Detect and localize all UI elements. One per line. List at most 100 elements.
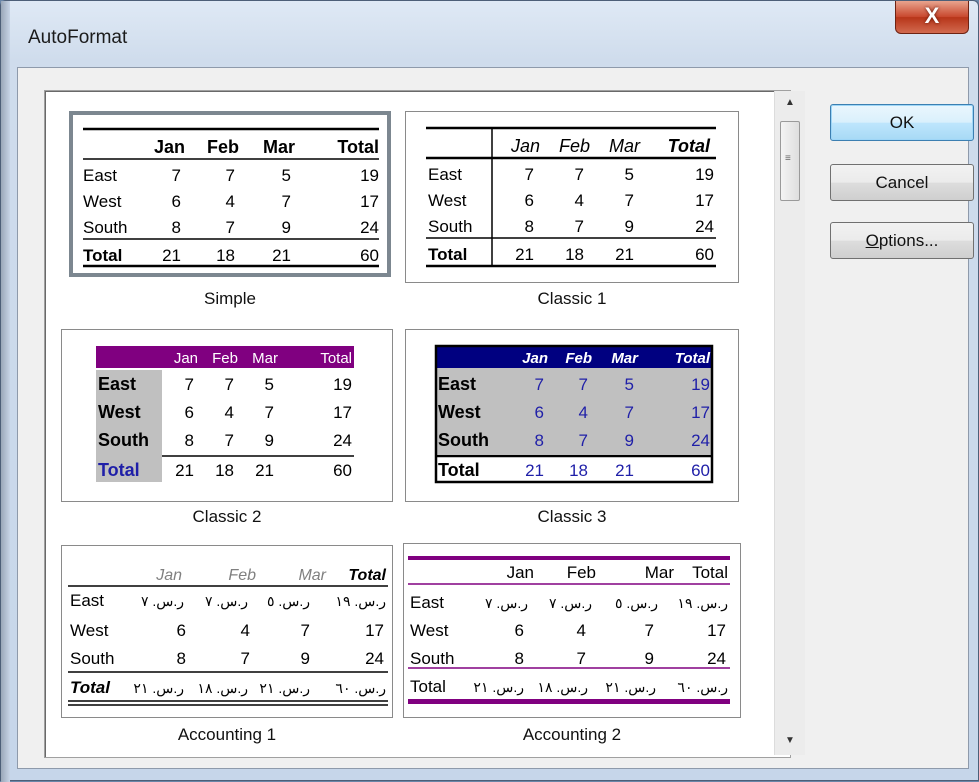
dialog-client-area: Jan Feb Mar Total East West South Total … bbox=[17, 67, 974, 769]
hdr-total: Total bbox=[348, 567, 386, 584]
hdr-mar: Mar bbox=[645, 563, 675, 582]
ok-button[interactable]: OK bbox=[830, 104, 974, 141]
hdr-jan: Jan bbox=[154, 137, 185, 157]
row-label: South bbox=[98, 430, 149, 450]
hdr-mar: Mar bbox=[609, 136, 641, 156]
cell: ر.س. ٢١ bbox=[133, 680, 184, 697]
cell: 7 bbox=[579, 431, 588, 450]
row-label: East bbox=[70, 591, 104, 610]
cell: 24 bbox=[365, 649, 384, 668]
cell: 18 bbox=[216, 246, 235, 265]
cell: 4 bbox=[241, 621, 250, 640]
cell: 21 bbox=[615, 461, 634, 480]
cell: 6 bbox=[525, 191, 534, 210]
hdr-feb: Feb bbox=[207, 137, 239, 157]
cell: 7 bbox=[525, 165, 534, 184]
scroll-down-arrow-icon[interactable]: ▼ bbox=[775, 735, 805, 746]
hdr-jan: Jan bbox=[510, 136, 540, 156]
format-classic-3[interactable]: Jan Feb Mar Total East West South Total … bbox=[405, 329, 739, 502]
format-accounting-1[interactable]: Jan Feb Mar Total East West South Total … bbox=[61, 545, 393, 718]
cell: 4 bbox=[575, 191, 584, 210]
cell: 7 bbox=[575, 165, 584, 184]
cell: ر.س. ٢١ bbox=[605, 679, 656, 696]
hdr-feb: Feb bbox=[228, 567, 256, 584]
cell: 19 bbox=[691, 375, 710, 394]
cell: ر.س. ١٩ bbox=[335, 593, 386, 610]
scroll-thumb[interactable]: ≡ bbox=[780, 121, 800, 201]
cell: 21 bbox=[515, 245, 534, 264]
format-label-simple: Simple bbox=[204, 289, 256, 308]
format-classic-2[interactable]: Jan Feb Mar Total East West South Total … bbox=[61, 329, 393, 502]
hdr-feb: Feb bbox=[212, 350, 238, 367]
cell: 21 bbox=[272, 246, 291, 265]
cell: 21 bbox=[175, 461, 194, 480]
cell: ر.س. ٢١ bbox=[473, 679, 524, 696]
format-classic-1[interactable]: Jan Feb Mar Total East West South Total … bbox=[405, 111, 739, 283]
cell: 60 bbox=[691, 461, 710, 480]
cell: 4 bbox=[577, 621, 586, 640]
cancel-button[interactable]: Cancel bbox=[830, 164, 974, 201]
cell: 6 bbox=[172, 192, 181, 211]
thumb-grip-icon: ≡ bbox=[785, 153, 791, 164]
cell: ر.س. ٧ bbox=[549, 595, 592, 612]
cell: 18 bbox=[569, 461, 588, 480]
gallery-scrollbar[interactable]: ▲ ≡ ▼ bbox=[774, 91, 805, 755]
autoformat-dialog: AutoFormat X Jan Feb Mar Total East West… bbox=[0, 0, 979, 782]
cell: 7 bbox=[577, 649, 586, 668]
format-accounting-2[interactable]: Jan Feb Mar Total East West South Total … bbox=[403, 543, 741, 718]
row-label: East bbox=[410, 593, 444, 612]
options-label: ptions... bbox=[878, 230, 939, 250]
cell: 17 bbox=[365, 621, 384, 640]
cell: 7 bbox=[172, 166, 181, 185]
format-simple[interactable]: Jan Feb Mar Total East West South Total … bbox=[69, 111, 391, 277]
row-label: Total bbox=[83, 246, 122, 265]
cell: 19 bbox=[360, 166, 379, 185]
cell: 24 bbox=[695, 217, 714, 236]
cell: 7 bbox=[579, 375, 588, 394]
hdr-feb: Feb bbox=[567, 563, 596, 582]
close-button[interactable]: X bbox=[895, 1, 969, 34]
format-gallery[interactable]: Jan Feb Mar Total East West South Total … bbox=[44, 90, 791, 758]
row-label: West bbox=[83, 192, 122, 211]
cell: 6 bbox=[185, 403, 194, 422]
cell: 7 bbox=[625, 403, 634, 422]
cell: 17 bbox=[333, 403, 352, 422]
cell: 5 bbox=[625, 375, 634, 394]
row-label: South bbox=[428, 217, 472, 236]
row-label: South bbox=[410, 649, 454, 668]
hdr-jan: Jan bbox=[174, 350, 198, 367]
hdr-jan: Jan bbox=[155, 567, 182, 584]
row-label: West bbox=[410, 621, 449, 640]
row-label: Total bbox=[438, 460, 480, 480]
row-label: East bbox=[83, 166, 117, 185]
cell: 18 bbox=[215, 461, 234, 480]
cell: 7 bbox=[185, 375, 194, 394]
cell: ر.س. ١٩ bbox=[677, 595, 728, 612]
hdr-mar: Mar bbox=[252, 350, 278, 367]
cell: 8 bbox=[515, 649, 524, 668]
background-window-edge bbox=[1, 1, 10, 782]
hdr-total: Total bbox=[337, 137, 379, 157]
cell: 7 bbox=[226, 166, 235, 185]
preview-classic-2: Jan Feb Mar Total East West South Total … bbox=[96, 346, 354, 482]
options-mnemonic: O bbox=[865, 230, 879, 250]
hdr-mar: Mar bbox=[298, 567, 326, 584]
row-label: Total bbox=[70, 678, 111, 697]
hdr-total: Total bbox=[320, 350, 352, 367]
cell: 19 bbox=[695, 165, 714, 184]
preview-simple: Jan Feb Mar Total East West South Total … bbox=[83, 127, 379, 268]
row-label: West bbox=[438, 402, 481, 422]
hdr-total: Total bbox=[692, 563, 728, 582]
cell: 7 bbox=[535, 375, 544, 394]
row-label: East bbox=[428, 165, 462, 184]
hdr-mar: Mar bbox=[611, 350, 639, 367]
hdr-jan: Jan bbox=[507, 563, 534, 582]
options-button[interactable]: Options... bbox=[830, 222, 974, 259]
cell: 24 bbox=[360, 218, 379, 237]
cell: 9 bbox=[265, 431, 274, 450]
cell: 5 bbox=[625, 165, 634, 184]
scroll-up-arrow-icon[interactable]: ▲ bbox=[775, 97, 805, 108]
cell: 19 bbox=[333, 375, 352, 394]
cell: 4 bbox=[226, 192, 235, 211]
cell: 24 bbox=[691, 431, 710, 450]
